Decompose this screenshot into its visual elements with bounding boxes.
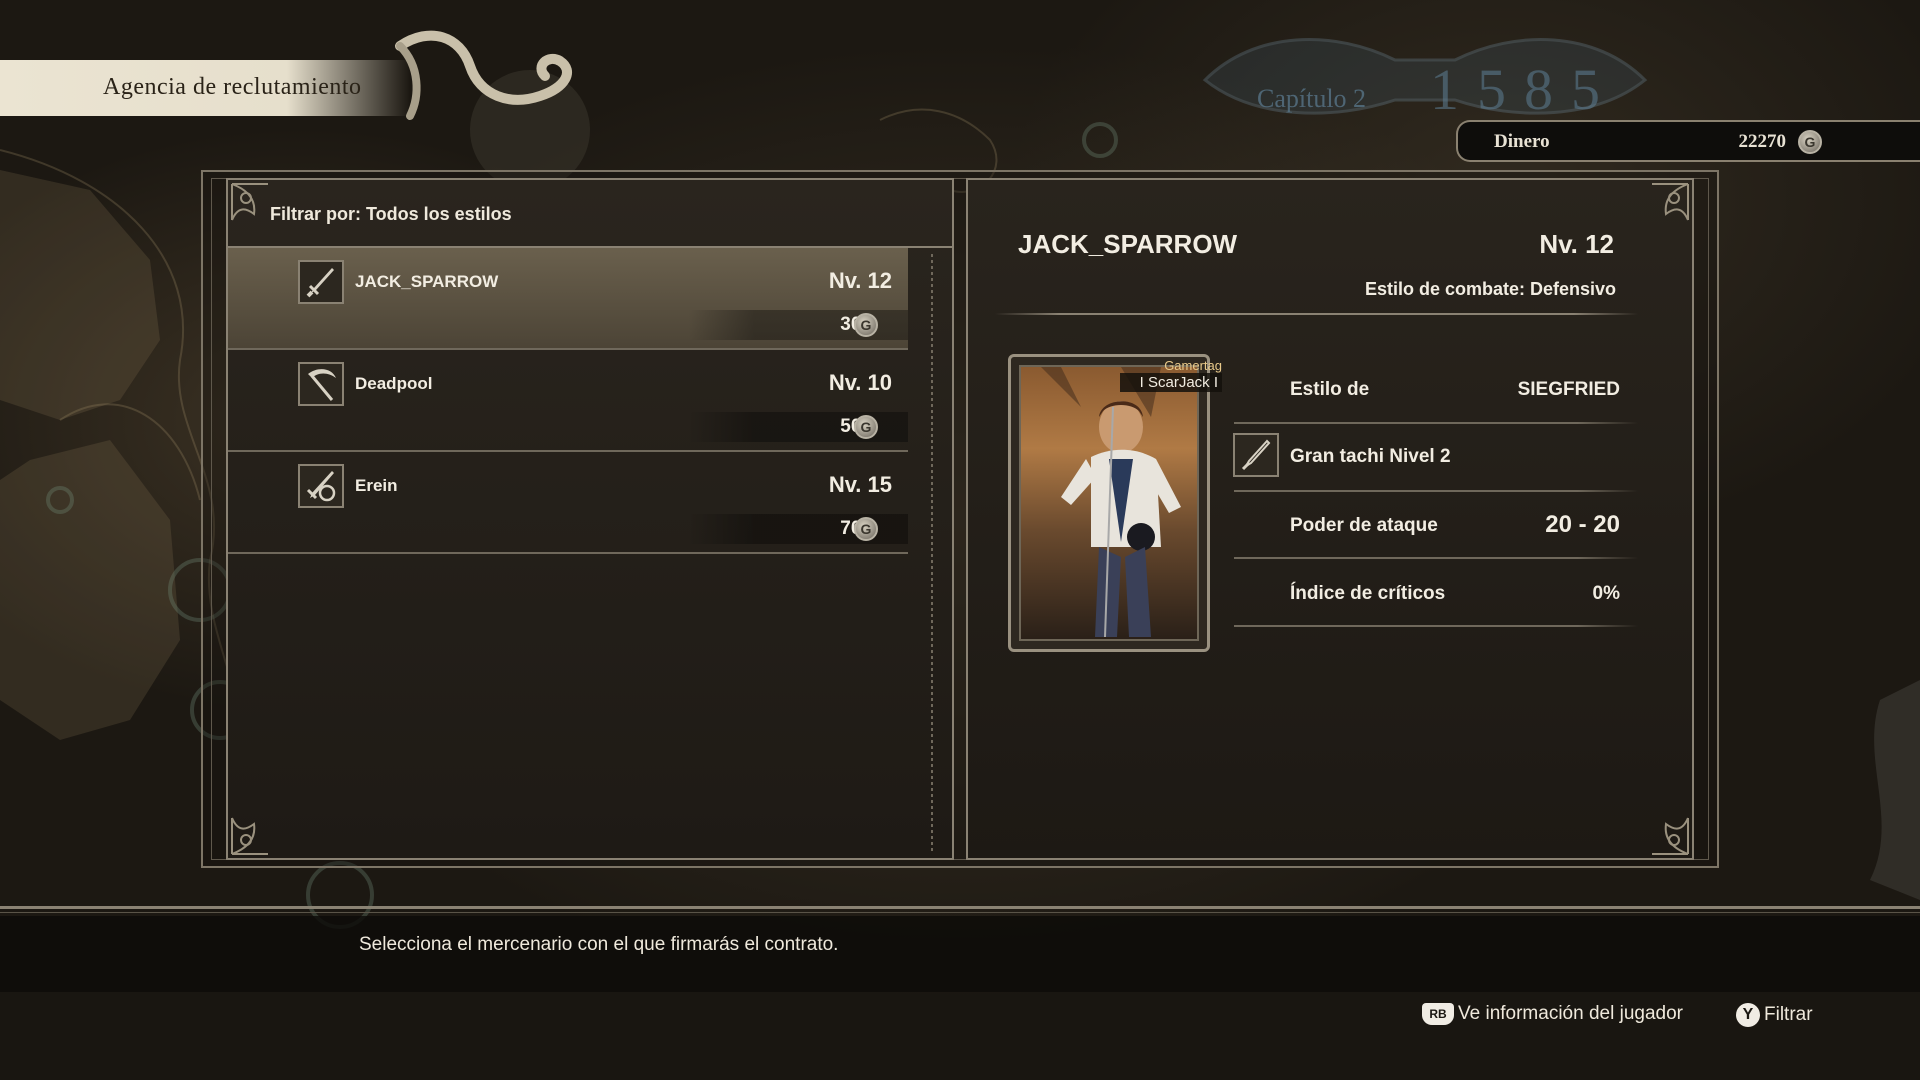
character-portrait: [1008, 354, 1210, 652]
rb-button-icon: RB: [1422, 1003, 1454, 1025]
sword-icon: [298, 260, 344, 304]
detail-combat-style: Estilo de combate: Defensivo: [1364, 279, 1616, 299]
gamertag-label: Gamertag: [1164, 358, 1222, 373]
mercenary-level: Nv. 12: [828, 268, 892, 293]
style-value: SIEGFRIED: [1517, 379, 1620, 400]
mercenary-list: JACK_SPARROW Nv. 12 300 G Deadpool Nv. 1…: [228, 248, 908, 554]
filter-action[interactable]: Y Filtrar: [1736, 1003, 1813, 1027]
view-player-info-action[interactable]: RB Ve información del jugador: [1422, 1003, 1683, 1025]
corner-ornament-icon: [231, 817, 268, 855]
filter-action-label: Filtrar: [1764, 1004, 1813, 1025]
hint-bar: [0, 916, 1920, 992]
mercenary-level: Nv. 15: [828, 472, 892, 497]
attack-value: 20 - 20: [1545, 511, 1620, 538]
character-portrait-image: [1019, 365, 1199, 641]
gold-coin-icon: G: [854, 517, 878, 541]
corner-ornament-icon: [1652, 183, 1689, 221]
scroll-ornament-icon: [395, 30, 572, 120]
mercenary-name: Deadpool: [355, 374, 433, 393]
corner-ornament-icon: [1652, 817, 1689, 855]
mercenary-row-deadpool[interactable]: Deadpool Nv. 10 500 G: [228, 350, 908, 452]
scythe-icon: [298, 362, 344, 406]
money-label: Dinero: [1494, 131, 1550, 152]
gold-coin-icon: G: [854, 313, 878, 337]
mercenary-row-jack-sparrow[interactable]: JACK_SPARROW Nv. 12 300 G: [228, 248, 908, 350]
weapon-icon: [1233, 433, 1279, 477]
crit-label: Índice de críticos: [1290, 583, 1446, 604]
view-player-info-label: Ve información del jugador: [1458, 1003, 1683, 1024]
mercenary-row-erein[interactable]: Erein Nv. 15 700 G: [228, 452, 908, 554]
gold-coin-icon: G: [1798, 130, 1822, 154]
weapon-name: Gran tachi Nivel 2: [1290, 446, 1451, 467]
detail-level: Nv. 12: [1539, 229, 1614, 259]
stat-divider: [1234, 490, 1638, 492]
footer-divider: [0, 906, 1920, 909]
mercenary-name: JACK_SPARROW: [355, 272, 499, 291]
mercenary-name: Erein: [355, 476, 398, 495]
stat-divider: [1234, 625, 1638, 627]
detail-name: JACK_SPARROW: [1018, 229, 1238, 259]
filter-label[interactable]: Filtrar por: Todos los estilos: [270, 204, 512, 225]
gold-coin-icon: G: [854, 415, 878, 439]
crit-value: 0%: [1592, 583, 1620, 604]
money-value: 22270: [1738, 131, 1787, 152]
style-label: Estilo de: [1290, 379, 1370, 400]
stat-divider: [1234, 422, 1638, 424]
footer-divider: [0, 912, 1920, 913]
stat-divider: [1234, 557, 1638, 559]
year-label: 1585: [1430, 57, 1618, 122]
detail-divider: [995, 313, 1638, 315]
gamertag-value: I ScarJack I: [1120, 373, 1222, 392]
list-scrollbar[interactable]: [931, 254, 933, 854]
mercenary-level: Nv. 10: [828, 370, 892, 395]
sword-shield-icon: [298, 464, 344, 508]
chapter-label: Capítulo 2: [1257, 84, 1367, 113]
hint-text: Selecciona el mercenario con el que firm…: [359, 934, 839, 955]
y-button-icon: Y: [1736, 1003, 1760, 1027]
page-title: Agencia de reclutamiento: [103, 74, 362, 100]
attack-label: Poder de ataque: [1290, 515, 1438, 536]
